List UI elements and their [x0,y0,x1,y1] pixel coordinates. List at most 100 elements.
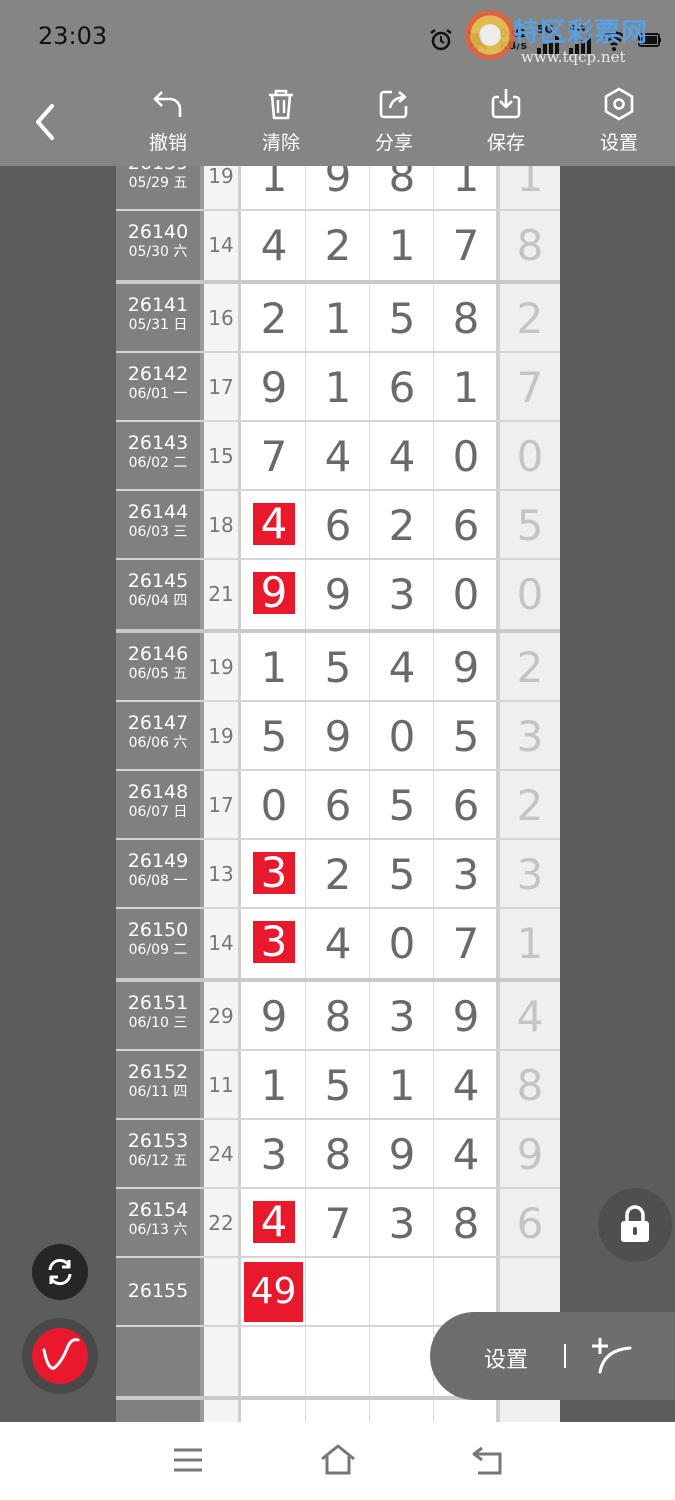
share-button[interactable]: 分享 [354,86,434,162]
tail-cell[interactable]: 8 [500,211,560,284]
digit-cell[interactable]: 9 [306,166,370,211]
tail-cell[interactable]: 3 [500,702,560,771]
table-row[interactable]: 26141 05/31 日 16 2 1 5 8 2 [116,284,560,353]
digit-cell[interactable]: 4 [242,1189,306,1258]
digit-cell[interactable]: 0 [434,422,498,491]
pen-tool-button[interactable] [22,1318,98,1394]
digit-cell[interactable]: 2 [306,211,370,284]
tail-cell[interactable]: 2 [500,771,560,840]
digit-cell[interactable]: 3 [370,982,434,1051]
digit-cell[interactable]: 3 [242,909,306,982]
undo-button[interactable]: 撤销 [128,86,208,162]
draw-settings-pill[interactable]: 设置 [430,1312,675,1400]
digit-cell[interactable]: 4 [242,491,306,560]
digit-cell[interactable]: 1 [242,166,306,211]
save-button[interactable]: 保存 [466,86,546,162]
table-row[interactable]: 26145 06/04 四 21 9 9 3 0 0 [116,560,560,633]
digit-cell[interactable]: 3 [434,840,498,909]
digit-cell[interactable]: 3 [242,1120,306,1189]
tail-cell[interactable]: 0 [500,422,560,491]
digit-cell[interactable]: 2 [370,491,434,560]
marker-cell[interactable]: 49 [244,1262,303,1322]
digit-cell[interactable]: 2 [306,840,370,909]
digit-cell[interactable]: 9 [242,982,306,1051]
digit-cell[interactable]: 9 [370,1120,434,1189]
pill-settings-label[interactable]: 设置 [484,1342,528,1374]
add-curve-icon[interactable] [588,1332,636,1380]
nav-home-button[interactable] [318,1442,358,1478]
digit-cell[interactable]: 3 [242,840,306,909]
digit-cell[interactable]: 9 [434,982,498,1051]
table-row[interactable]: 26147 06/06 六 19 5 9 0 5 3 [116,702,560,771]
digit-cell[interactable]: 0 [434,560,498,633]
table-row[interactable]: 26146 06/05 五 19 1 5 4 9 2 [116,633,560,702]
tail-cell[interactable]: 8 [500,1051,560,1120]
digit-cell[interactable]: 4 [370,422,434,491]
digit-cell[interactable]: 8 [306,982,370,1051]
digit-cell[interactable]: 5 [306,1051,370,1120]
digit-cell[interactable]: 9 [242,560,306,633]
tail-cell[interactable]: 1 [500,166,560,211]
digit-cell[interactable]: 8 [306,1120,370,1189]
digit-cell[interactable]: 7 [306,1189,370,1258]
digit-cell[interactable]: 3 [370,560,434,633]
digit-cell[interactable]: 8 [370,166,434,211]
refresh-button[interactable] [32,1244,88,1300]
digit-cell[interactable]: 1 [434,166,498,211]
table-row[interactable]: 26152 06/11 四 11 1 5 1 4 8 [116,1051,560,1120]
table-row[interactable]: 26151 06/10 三 29 9 8 3 9 4 [116,982,560,1051]
table-row[interactable]: 26154 06/13 六 22 4 7 3 8 6 [116,1189,560,1258]
table-row[interactable]: 26148 06/07 日 17 0 6 5 6 2 [116,771,560,840]
digit-cell[interactable]: 6 [306,491,370,560]
digit-cell[interactable]: 4 [434,1120,498,1189]
digit-cell[interactable]: 0 [242,771,306,840]
table-row[interactable]: 26150 06/09 二 14 3 4 0 7 1 [116,909,560,982]
digit-cell[interactable]: 8 [434,1189,498,1258]
digit-cell[interactable]: 1 [306,353,370,422]
table-row[interactable]: 26153 06/12 五 24 3 8 9 4 9 [116,1120,560,1189]
digit-cell[interactable]: 9 [306,560,370,633]
digit-cell[interactable]: 4 [306,422,370,491]
digit-cell[interactable]: 5 [434,702,498,771]
digit-cell[interactable]: 6 [434,491,498,560]
digit-cell[interactable]: 2 [242,284,306,353]
table-row[interactable]: 26144 06/03 三 18 4 6 2 6 5 [116,491,560,560]
nav-back-button[interactable] [468,1442,508,1478]
digit-cell[interactable]: 1 [370,211,434,284]
digit-cell[interactable]: 5 [370,840,434,909]
digit-cell[interactable]: 9 [434,633,498,702]
table-row[interactable]: 26140 05/30 六 14 4 2 1 7 8 [116,211,560,284]
table-row[interactable]: 2613905/29 五1919811 [116,166,560,211]
tail-cell[interactable]: 3 [500,840,560,909]
digit-cell[interactable]: 0 [370,702,434,771]
digit-cell[interactable]: 9 [242,353,306,422]
lock-button[interactable] [598,1188,672,1262]
digit-cell[interactable]: 4 [242,211,306,284]
tail-cell[interactable]: 9 [500,1120,560,1189]
nav-menu-button[interactable] [168,1442,208,1478]
digit-cell[interactable]: 5 [306,633,370,702]
tail-cell[interactable]: 5 [500,491,560,560]
digit-cell[interactable]: 8 [434,284,498,353]
digit-cell[interactable]: 5 [370,771,434,840]
table-row[interactable]: 26149 06/08 一 13 3 2 5 3 3 [116,840,560,909]
digit-cell[interactable]: 4 [306,909,370,982]
digit-cell[interactable]: 4 [434,1051,498,1120]
digit-cell[interactable]: 7 [242,422,306,491]
digit-cell[interactable]: 5 [242,702,306,771]
digit-cell[interactable]: 6 [434,771,498,840]
digit-cell[interactable]: 4 [370,633,434,702]
digit-cell[interactable]: 1 [370,1051,434,1120]
digit-cell[interactable]: 3 [370,1189,434,1258]
digit-cell[interactable]: 0 [370,909,434,982]
digit-cell[interactable]: 1 [242,1051,306,1120]
table-row[interactable]: 26143 06/02 二 15 7 4 4 0 0 [116,422,560,491]
back-button[interactable] [30,100,62,144]
settings-button[interactable]: 设置 [579,86,659,162]
table-row[interactable]: 26142 06/01 一 17 9 1 6 1 7 [116,353,560,422]
digit-cell[interactable]: 7 [434,909,498,982]
digit-cell[interactable]: 6 [370,353,434,422]
digit-cell[interactable]: 9 [306,702,370,771]
tail-cell[interactable]: 0 [500,560,560,633]
digit-cell[interactable]: 1 [434,353,498,422]
